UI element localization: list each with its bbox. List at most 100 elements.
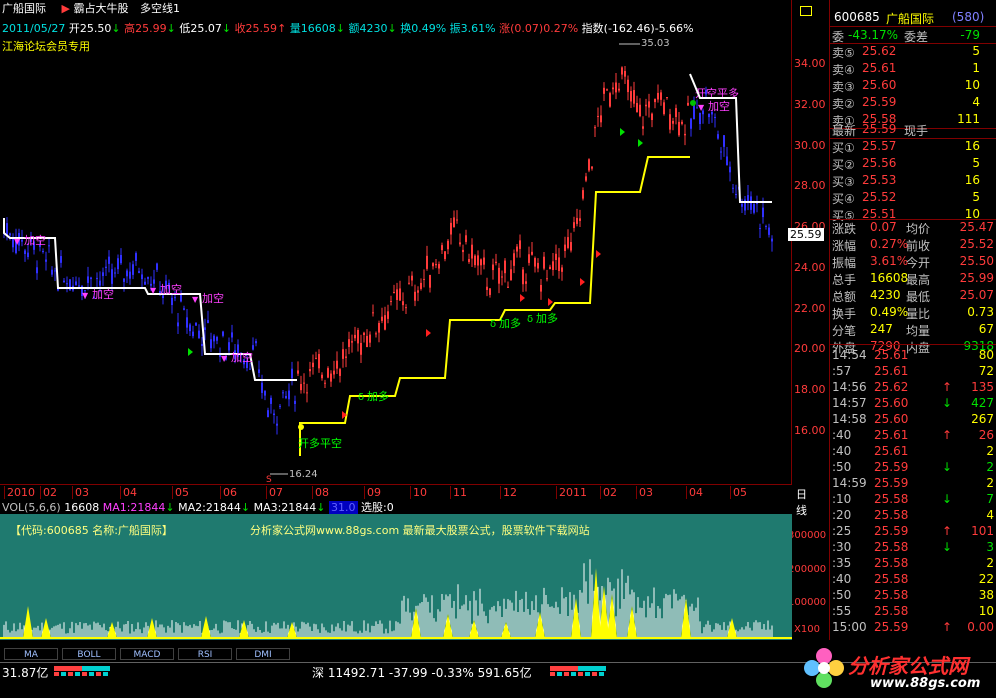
stat-row: 振幅 3.61% 今开 25.50 bbox=[832, 254, 994, 270]
candle-body bbox=[228, 342, 230, 351]
candle-body bbox=[285, 395, 287, 399]
candle-body bbox=[423, 278, 425, 280]
candle-body bbox=[732, 187, 734, 189]
candle-body bbox=[276, 423, 278, 426]
candle-body bbox=[615, 82, 617, 93]
x-tick: 09 bbox=[364, 486, 381, 499]
y-axis: 34.00 32.00 30.00 28.00 26.00 24.00 22.00 20.00… bbox=[788, 0, 830, 640]
candle-body bbox=[384, 315, 386, 330]
candle-body bbox=[222, 331, 224, 336]
candle-body bbox=[531, 251, 533, 255]
candle-body bbox=[336, 360, 338, 369]
candle-body bbox=[540, 284, 542, 292]
price-chart[interactable]: 广船国际 ▶ 霸占大牛股 多空线1 2011/05/27 开25.50↓ 高25… bbox=[0, 0, 792, 484]
candle-body bbox=[528, 254, 530, 263]
candle-body bbox=[408, 282, 410, 284]
candle-body bbox=[480, 259, 482, 266]
candle-body bbox=[186, 317, 188, 328]
last-price-tag: 25.59 bbox=[788, 228, 824, 242]
volume-chart[interactable]: 【代码:600685 名称:广船国际】 分析家公式网www.88gs.com 最… bbox=[0, 514, 792, 640]
x-tick: 03 bbox=[72, 486, 89, 499]
x-tick: 05 bbox=[172, 486, 189, 499]
add-long-label: 加多 bbox=[367, 389, 389, 403]
candle-body bbox=[522, 269, 524, 285]
stat-row: 分笔 247 均量 67 bbox=[832, 322, 994, 338]
red-arrow-icon bbox=[426, 329, 431, 337]
candle-body bbox=[729, 166, 731, 173]
candle-body bbox=[258, 369, 260, 373]
candle-body bbox=[399, 288, 401, 301]
tab-macd[interactable]: MACD bbox=[120, 648, 174, 660]
logo-url: www.88gs.com bbox=[870, 676, 981, 691]
candle-body bbox=[477, 255, 479, 266]
candle-body bbox=[183, 308, 185, 310]
candle-body bbox=[315, 357, 317, 359]
buy-level-row: 买① 25.57 16 bbox=[832, 139, 980, 155]
candle-body bbox=[657, 92, 659, 100]
candle-body bbox=[765, 225, 767, 227]
high-value-label: 35.03 bbox=[641, 38, 670, 49]
candle-body bbox=[339, 369, 341, 376]
candle-body bbox=[429, 275, 431, 288]
tab-dmi[interactable]: DMI bbox=[236, 648, 290, 660]
candle-body bbox=[660, 92, 662, 100]
x-tick: 2010 bbox=[4, 486, 35, 499]
open-long-close-short-label: 开多平空 bbox=[298, 436, 342, 450]
red-arrow-icon bbox=[520, 294, 525, 302]
candle-body bbox=[669, 114, 671, 130]
candle-body bbox=[594, 127, 596, 129]
candle-body bbox=[633, 90, 635, 104]
candle-body bbox=[708, 113, 710, 118]
candle-body bbox=[612, 87, 614, 90]
candle-body bbox=[213, 335, 215, 342]
sell-level-row: 卖④ 25.61 1 bbox=[832, 61, 980, 77]
period-label[interactable]: 日线 bbox=[796, 486, 807, 518]
sell-arrow-icon: ▼ bbox=[150, 286, 157, 295]
candle-body bbox=[726, 156, 728, 166]
candle-body bbox=[51, 269, 53, 275]
candle-body bbox=[90, 277, 92, 280]
long-line bbox=[299, 156, 690, 456]
window-icon[interactable] bbox=[800, 6, 812, 16]
candle-body bbox=[486, 286, 488, 290]
vol-ma1: MA1:21844 bbox=[102, 501, 166, 514]
candle-body bbox=[582, 190, 584, 199]
y-tick: 28.00 bbox=[794, 179, 826, 193]
tab-boll[interactable]: BOLL bbox=[62, 648, 116, 660]
x-tick: 07 bbox=[266, 486, 283, 499]
candle-body bbox=[363, 332, 365, 336]
candle-body bbox=[300, 384, 302, 391]
stat-row: 换手 0.49% 量比 0.73 bbox=[832, 305, 994, 321]
candle-body bbox=[750, 196, 752, 210]
stat-row: 总手 16608 最高 25.99 bbox=[832, 271, 994, 287]
candle-body bbox=[87, 276, 89, 283]
y-tick: 22.00 bbox=[794, 301, 826, 315]
candle-body bbox=[207, 320, 209, 324]
candle-body bbox=[75, 281, 77, 286]
candle-body bbox=[105, 266, 107, 269]
tab-ma[interactable]: MA bbox=[4, 648, 58, 660]
candle-body bbox=[297, 370, 299, 374]
candle-body bbox=[435, 264, 437, 266]
candle-body bbox=[42, 251, 44, 253]
candle-body bbox=[558, 257, 560, 272]
candle-body bbox=[648, 101, 650, 108]
vol-tick: 100000 bbox=[788, 597, 827, 608]
candle-body bbox=[768, 227, 770, 235]
candle-body bbox=[267, 410, 269, 418]
tab-rsi[interactable]: RSI bbox=[178, 648, 232, 660]
x-tick: 2011 bbox=[556, 486, 587, 499]
candle-body bbox=[54, 270, 56, 272]
candle-body bbox=[111, 269, 113, 284]
candle-body bbox=[498, 267, 500, 284]
candle-body bbox=[192, 331, 194, 337]
buy-level-row: 买③ 25.53 16 bbox=[832, 173, 980, 189]
candle-body bbox=[501, 276, 503, 278]
candle-body bbox=[273, 413, 275, 416]
candle-body bbox=[663, 102, 665, 115]
add-short-label: 加空 bbox=[231, 350, 253, 364]
candle-body bbox=[753, 204, 755, 213]
candle-body bbox=[123, 278, 125, 282]
candlestick-plot: 35.0316.24S▼ 加空▼ 加空 ▼ 加空▼ 加空▼ 加空开空平多▼ 加空开多平空δ 加多… bbox=[3, 38, 773, 484]
x-tick: 05 bbox=[730, 486, 747, 499]
